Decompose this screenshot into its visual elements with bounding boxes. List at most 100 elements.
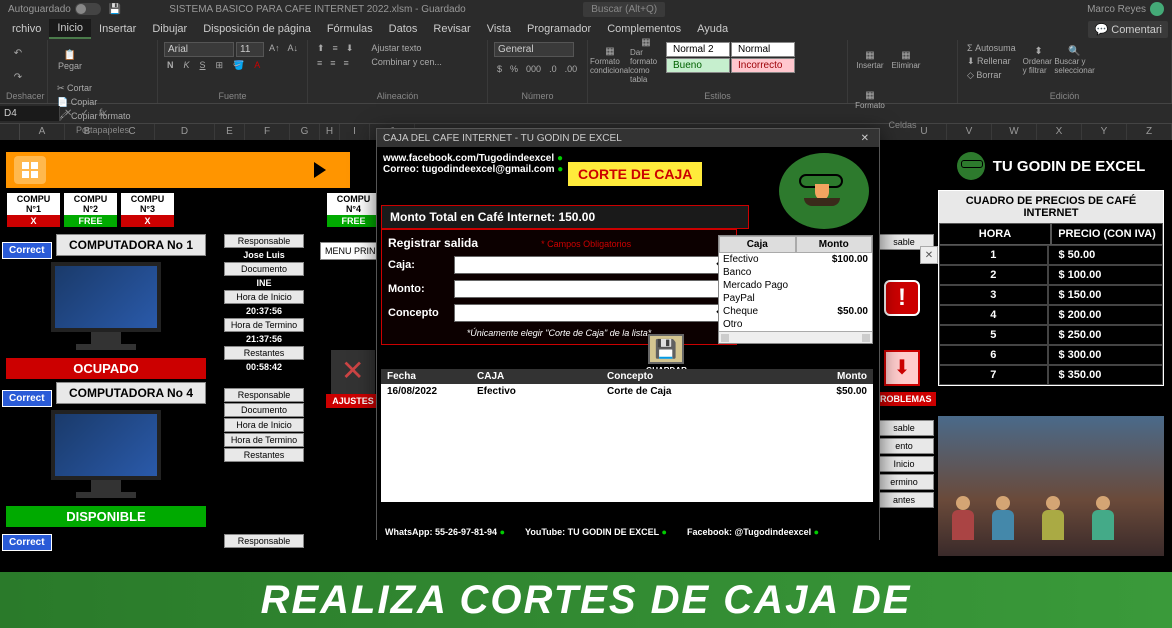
enter-formula-icon[interactable]: ✓	[76, 108, 92, 119]
worksheet[interactable]: COMPU N°1X COMPU N°2FREE COMPU N°3X COMP…	[0, 140, 1172, 628]
autosave-toggle[interactable]: Autoguardado	[8, 3, 101, 15]
col-v[interactable]: V	[947, 124, 992, 140]
format-table-button[interactable]: ▦Dar formato como tabla	[630, 42, 662, 78]
menu-insertar[interactable]: Insertar	[91, 20, 144, 38]
decrease-font-icon[interactable]: A↓	[285, 42, 302, 57]
col-z[interactable]: Z	[1127, 124, 1172, 140]
close-button-side[interactable]: ✕	[920, 246, 938, 264]
save-icon[interactable]: 💾	[109, 4, 121, 15]
correct-button-bottom[interactable]: Correct	[2, 534, 52, 551]
increase-font-icon[interactable]: A↑	[266, 42, 283, 57]
menu-formulas[interactable]: Fórmulas	[319, 20, 381, 38]
col-g[interactable]: G	[290, 124, 320, 140]
format-cells-button[interactable]: ▦Formato	[854, 82, 886, 118]
compu-3[interactable]: COMPU N°3X	[120, 192, 175, 228]
cut-button[interactable]: ✂ Cortar	[54, 82, 133, 95]
compu-4[interactable]: COMPU N°4FREE	[326, 192, 381, 228]
correct-button-4[interactable]: Correct	[2, 390, 52, 407]
scrollbar[interactable]	[719, 331, 872, 343]
col-b[interactable]: B	[65, 124, 110, 140]
compu-2[interactable]: COMPU N°2FREE	[63, 192, 118, 228]
cancel-formula-icon[interactable]: ✕	[60, 108, 76, 119]
download-icon[interactable]: ⬇	[884, 350, 920, 386]
col-e[interactable]: E	[215, 124, 245, 140]
menu-disposicion[interactable]: Disposición de página	[195, 20, 319, 38]
undo-icon[interactable]: ↶	[6, 42, 30, 66]
col-d[interactable]: D	[155, 124, 215, 140]
clear-button[interactable]: ◇ Borrar	[964, 69, 1019, 82]
style-normal2[interactable]: Normal 2	[666, 42, 730, 57]
border-button[interactable]: ⊞	[213, 59, 227, 72]
alert-icon[interactable]: !	[884, 280, 920, 316]
currency-icon[interactable]: $	[494, 63, 505, 75]
user-account[interactable]: Marco Reyes	[1087, 2, 1164, 16]
italic-button[interactable]: K	[181, 59, 193, 72]
facebook-link[interactable]: Facebook: @Tugodindeexcel	[687, 527, 811, 537]
autosum-button[interactable]: Σ Autosuma	[964, 42, 1019, 54]
sort-filter-button[interactable]: ⬍Ordenar y filtrar	[1023, 42, 1055, 78]
underline-button[interactable]: S	[197, 59, 209, 72]
paste-button[interactable]: 📋Pegar	[54, 42, 86, 78]
concepto-select[interactable]	[454, 304, 730, 322]
menu-dibujar[interactable]: Dibujar	[144, 20, 195, 38]
menu-inicio[interactable]: Inicio	[49, 19, 91, 39]
font-name-select[interactable]	[164, 42, 234, 57]
fill-button[interactable]: ⬇ Rellenar	[964, 55, 1019, 68]
col-u[interactable]: U	[902, 124, 947, 140]
col-w[interactable]: W	[992, 124, 1037, 140]
col-x[interactable]: X	[1037, 124, 1082, 140]
bold-button[interactable]: N	[164, 59, 177, 72]
align-bottom-icon[interactable]: ⬇	[343, 42, 357, 55]
whatsapp-link[interactable]: WhatsApp: 55-26-97-81-94	[385, 527, 497, 537]
number-format-select[interactable]	[494, 42, 574, 57]
log-row[interactable]: 16/08/2022 Efectivo Corte de Caja $50.00	[381, 384, 873, 399]
col-i[interactable]: I	[340, 124, 370, 140]
insert-cells-button[interactable]: ▦Insertar	[854, 42, 886, 78]
percent-icon[interactable]: %	[507, 63, 521, 75]
modal-titlebar[interactable]: CAJA DEL CAFE INTERNET - TU GODIN DE EXC…	[377, 129, 879, 147]
modal-close-button[interactable]: ✕	[857, 133, 873, 144]
menu-ayuda[interactable]: Ayuda	[689, 20, 736, 38]
align-center-icon[interactable]: ≡	[327, 57, 338, 69]
conditional-format-button[interactable]: ▦Formato condicional	[594, 42, 626, 78]
fill-color-button[interactable]: 🪣	[230, 59, 247, 72]
style-incorrecto[interactable]: Incorrecto	[731, 58, 795, 73]
fx-icon[interactable]: fx	[93, 108, 113, 119]
align-middle-icon[interactable]: ≡	[330, 42, 341, 55]
compu-1[interactable]: COMPU N°1X	[6, 192, 61, 228]
col-y[interactable]: Y	[1082, 124, 1127, 140]
col-f[interactable]: F	[245, 124, 290, 140]
menu-archivo[interactable]: rchivo	[4, 20, 49, 38]
comments-button[interactable]: 💬 Comentari	[1088, 21, 1168, 38]
youtube-link[interactable]: YouTube: TU GODIN DE EXCEL	[525, 527, 659, 537]
toggle-switch[interactable]	[75, 3, 101, 15]
wrap-text-button[interactable]: Ajustar texto	[368, 42, 445, 54]
col-h[interactable]: H	[320, 124, 340, 140]
col-a[interactable]: A	[20, 124, 65, 140]
font-color-button[interactable]: A	[251, 59, 263, 72]
redo-icon[interactable]: ↷	[6, 66, 30, 90]
align-left-icon[interactable]: ≡	[314, 57, 325, 69]
correct-button-1[interactable]: Correct	[2, 242, 52, 259]
apps-button[interactable]	[14, 156, 46, 184]
menu-revisar[interactable]: Revisar	[425, 20, 478, 38]
caja-select[interactable]	[454, 256, 730, 274]
align-right-icon[interactable]: ≡	[341, 57, 352, 69]
comma-icon[interactable]: 000	[523, 63, 544, 75]
menu-vista[interactable]: Vista	[479, 20, 519, 38]
decrease-decimal-icon[interactable]: .00	[562, 63, 581, 75]
font-size-select[interactable]	[236, 42, 264, 57]
menu-programador[interactable]: Programador	[519, 20, 599, 38]
merge-button[interactable]: Combinar y cen...	[368, 56, 445, 68]
style-normal[interactable]: Normal	[731, 42, 795, 57]
name-box[interactable]: D4	[0, 106, 60, 121]
play-icon[interactable]	[314, 162, 326, 178]
col-c[interactable]: C	[110, 124, 155, 140]
monto-input[interactable]	[454, 280, 730, 298]
increase-decimal-icon[interactable]: .0	[546, 63, 560, 75]
menu-complementos[interactable]: Complementos	[599, 20, 689, 38]
search-box[interactable]: Buscar (Alt+Q)	[583, 2, 665, 17]
fb-link[interactable]: www.facebook.com/Tugodindeexcel	[383, 153, 554, 164]
delete-cells-button[interactable]: ▦Eliminar	[890, 42, 922, 78]
align-top-icon[interactable]: ⬆	[314, 42, 328, 55]
